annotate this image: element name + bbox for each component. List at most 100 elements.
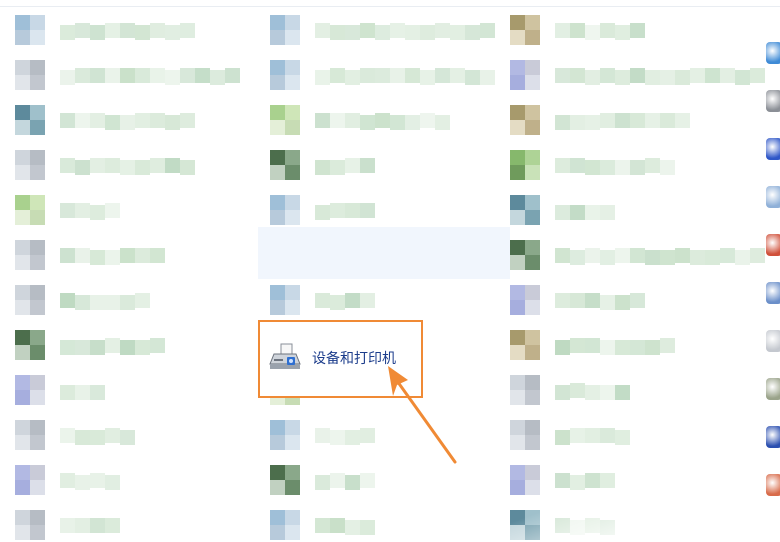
item-icon-pixel (15, 60, 30, 75)
globe-icon[interactable] (766, 42, 780, 64)
item-label-pixel (585, 248, 600, 263)
item-icon-pixel (30, 75, 45, 90)
blurred-panel-item[interactable] (510, 60, 765, 92)
item-label-pixel (315, 205, 330, 220)
blurred-panel-item[interactable] (15, 285, 255, 317)
item-label-pixel (330, 473, 345, 488)
blurred-panel-item[interactable] (270, 420, 510, 452)
item-label-pixel (60, 428, 75, 443)
item-icon-pixel (270, 105, 285, 120)
item-label-pixel (570, 293, 585, 308)
blurred-panel-item[interactable] (15, 60, 255, 92)
item-label-pixel (150, 338, 165, 353)
blurred-panel-item[interactable] (510, 105, 750, 137)
blurred-panel-item[interactable] (270, 15, 510, 47)
right-column-icons (762, 0, 780, 541)
item-label-pixel (555, 23, 570, 38)
item-label-pixel (660, 338, 675, 353)
blurred-panel-item[interactable] (270, 285, 510, 317)
monitor-icon[interactable] (766, 426, 780, 448)
item-icon-pixel (285, 60, 300, 75)
blurred-panel-item[interactable] (15, 465, 255, 497)
item-icon-pixel (270, 60, 285, 75)
blurred-panel-item[interactable] (15, 15, 255, 47)
blurred-panel-item[interactable] (15, 150, 255, 182)
item-icon-pixel (15, 150, 30, 165)
item-label-pixel (675, 248, 690, 263)
blurred-panel-item[interactable] (510, 285, 750, 317)
blurred-panel-item[interactable] (510, 195, 750, 227)
blurred-panel-item[interactable] (510, 375, 750, 407)
item-icon-pixel (30, 255, 45, 270)
blurred-panel-item[interactable] (15, 195, 255, 227)
item-label-pixel (330, 518, 345, 533)
item-label-pixel (645, 340, 660, 355)
item-icon-pixel (270, 15, 285, 30)
item-icon-pixel (270, 195, 285, 210)
blurred-panel-item[interactable] (510, 420, 750, 452)
item-label-pixel (150, 68, 165, 83)
item-label-pixel (120, 23, 135, 38)
colors-icon[interactable] (766, 234, 780, 256)
item-label-pixel (330, 203, 345, 218)
blurred-panel-item[interactable] (15, 375, 255, 407)
display-icon[interactable] (766, 378, 780, 400)
disc-icon[interactable] (766, 330, 780, 352)
blurred-panel-item[interactable] (270, 510, 510, 542)
blurred-panel-item[interactable] (510, 330, 750, 362)
blurred-panel-item[interactable] (270, 195, 510, 227)
blurred-panel-item[interactable] (15, 420, 255, 452)
item-icon-pixel (525, 345, 540, 360)
devices-and-printers-item[interactable]: 设备和打印机 (260, 322, 421, 396)
item-icon-pixel (270, 525, 285, 540)
blurred-panel-item[interactable] (270, 60, 510, 92)
shield-icon[interactable] (766, 474, 780, 496)
item-label-pixel (435, 23, 450, 38)
item-icon-pixel (30, 285, 45, 300)
item-icon-pixel (15, 30, 30, 45)
item-label-pixel (105, 68, 120, 83)
blurred-panel-item[interactable] (15, 330, 255, 362)
blurred-panel-item[interactable] (510, 150, 750, 182)
item-icon-pixel (15, 15, 30, 30)
blurred-panel-item[interactable] (15, 240, 255, 272)
item-icon-pixel (270, 420, 285, 435)
item-label-pixel (420, 70, 435, 85)
item-label-pixel (630, 293, 645, 308)
item-label-pixel (135, 340, 150, 355)
item-label-pixel (615, 25, 630, 40)
item-label-pixel (135, 25, 150, 40)
blurred-panel-item[interactable] (510, 15, 750, 47)
item-icon-pixel (285, 15, 300, 30)
item-icon-pixel (15, 375, 30, 390)
item-icon-pixel (525, 240, 540, 255)
item-icon-pixel (510, 300, 525, 315)
item-icon-pixel (30, 195, 45, 210)
blurred-panel-item[interactable] (270, 465, 510, 497)
item-label-pixel (360, 473, 375, 488)
item-label-pixel (330, 430, 345, 445)
item-label-pixel (345, 430, 360, 445)
item-icon-pixel (510, 195, 525, 210)
blurred-panel-item[interactable] (15, 105, 255, 137)
calculator-icon[interactable] (766, 282, 780, 304)
gear-icon[interactable] (766, 186, 780, 208)
blurred-panel-item[interactable] (270, 105, 510, 137)
blurred-panel-item[interactable] (15, 510, 255, 542)
flag-icon[interactable] (766, 138, 780, 160)
item-icon-pixel (15, 330, 30, 345)
item-icon-pixel (510, 390, 525, 405)
item-icon-pixel (270, 30, 285, 45)
item-label-pixel (135, 68, 150, 83)
blurred-panel-item[interactable] (510, 240, 765, 272)
item-label-pixel (345, 293, 360, 308)
item-icon-pixel (285, 525, 300, 540)
item-label-pixel (90, 385, 105, 400)
blurred-panel-item[interactable] (270, 150, 510, 182)
item-icon-pixel (30, 465, 45, 480)
item-icon-pixel (510, 105, 525, 120)
item-icon-pixel (270, 210, 285, 225)
item-icon-pixel (525, 195, 540, 210)
firewall-icon[interactable] (766, 90, 780, 112)
item-label-pixel (105, 203, 120, 218)
